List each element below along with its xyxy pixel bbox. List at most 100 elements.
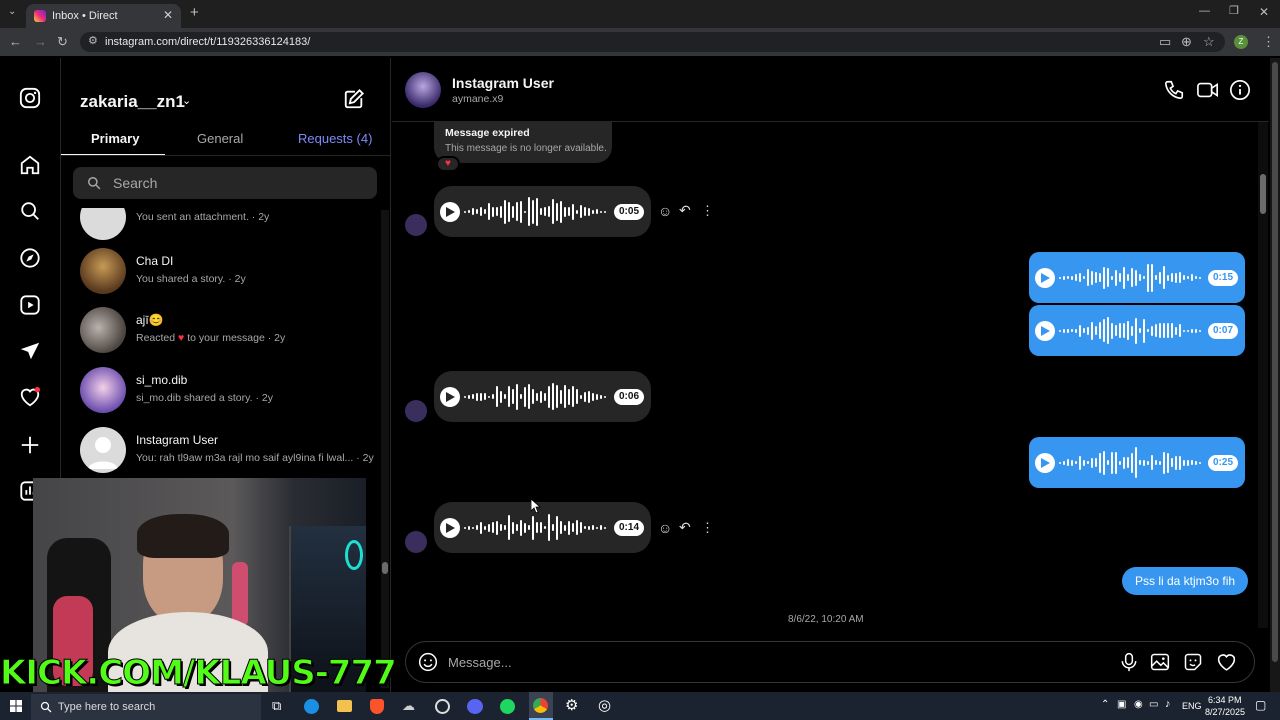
messages-icon[interactable] [19, 340, 41, 362]
taskbar-search-input[interactable]: Type here to search [31, 694, 261, 720]
scrollbar-thumb[interactable] [1260, 174, 1266, 214]
explore-icon[interactable] [19, 247, 41, 269]
waveform-bar [604, 210, 606, 213]
voice-message[interactable]: 0:07 [1029, 305, 1245, 356]
chat-title[interactable]: Instagram User [452, 75, 554, 91]
tab-primary[interactable]: Primary [91, 131, 139, 146]
profile-avatar[interactable]: Z [1234, 35, 1248, 49]
settings-gear-icon[interactable]: ⚙ [565, 698, 578, 713]
inbox-scrollbar[interactable] [381, 210, 389, 688]
play-icon[interactable] [440, 386, 460, 407]
reply-icon[interactable]: ↶ [679, 203, 691, 217]
home-icon[interactable] [19, 154, 41, 176]
tab-general[interactable]: General [197, 131, 243, 146]
like-heart-icon[interactable] [1216, 652, 1237, 672]
new-message-icon[interactable] [343, 88, 365, 110]
notification-center-icon[interactable]: ▢ [1255, 699, 1266, 711]
tray-mic-icon[interactable]: ◉ [1134, 700, 1143, 710]
page-scrollbar-thumb[interactable] [1272, 62, 1278, 662]
close-tab-icon[interactable]: ✕ [163, 8, 173, 22]
reload-icon[interactable]: ↻ [57, 35, 68, 48]
sender-avatar[interactable] [405, 531, 427, 553]
create-plus-icon[interactable] [19, 434, 41, 456]
restore-icon[interactable]: ❐ [1229, 6, 1239, 17]
site-info-icon[interactable]: ⚙ [88, 36, 98, 47]
conversation-info-icon[interactable] [1229, 79, 1251, 101]
sender-avatar[interactable] [405, 214, 427, 236]
zoom-icon[interactable]: ⊕ [1181, 35, 1192, 48]
steam-icon[interactable]: ◎ [598, 698, 611, 713]
chat-scrollbar[interactable] [1258, 122, 1268, 628]
search-icon[interactable] [19, 200, 41, 222]
react-emoji-icon[interactable]: ☺ [658, 521, 672, 535]
bookmark-star-icon[interactable]: ☆ [1203, 35, 1215, 48]
voice-message[interactable]: 0:05 [434, 186, 651, 237]
sender-avatar[interactable] [405, 400, 427, 422]
play-icon[interactable] [440, 201, 460, 222]
more-options-icon[interactable]: ⋮ [701, 204, 714, 217]
cast-icon[interactable]: ▭ [1159, 35, 1171, 48]
discord-icon[interactable] [467, 699, 483, 714]
edge-icon[interactable] [304, 699, 319, 714]
back-icon[interactable]: ← [9, 35, 22, 48]
photo-gallery-icon[interactable] [1150, 652, 1170, 672]
more-options-icon[interactable]: ⋮ [701, 521, 714, 534]
avatar[interactable] [405, 72, 441, 108]
emoji-picker-icon[interactable] [418, 652, 438, 672]
tab-requests[interactable]: Requests (4) [298, 131, 372, 146]
microphone-icon[interactable] [1120, 652, 1138, 672]
list-item[interactable]: You sent an attachment. · 2y [80, 208, 378, 244]
notifications-heart-icon[interactable] [19, 386, 41, 408]
language-indicator[interactable]: ENG [1182, 701, 1202, 711]
voice-message[interactable]: 0:25 [1029, 437, 1245, 488]
list-item[interactable]: Cha DI You shared a story. · 2y [80, 248, 378, 298]
list-item[interactable]: Instagram User You: rah tl9aw m3a rajl m… [80, 427, 378, 477]
address-bar[interactable]: ⚙ instagram.com/direct/t/119326336124183… [80, 32, 1225, 52]
play-icon[interactable] [1035, 320, 1055, 341]
page-scrollbar[interactable] [1270, 58, 1280, 692]
reply-icon[interactable]: ↶ [679, 520, 691, 534]
reaction-heart-icon[interactable]: ♥ [436, 156, 460, 172]
chevron-down-icon[interactable]: ⌄ [182, 94, 191, 107]
tab-search-chevron-icon[interactable]: ⌄ [8, 7, 16, 17]
close-window-icon[interactable]: ✕ [1259, 6, 1269, 18]
tray-expand-icon[interactable]: ⌃ [1101, 700, 1109, 710]
react-emoji-icon[interactable]: ☺ [658, 204, 672, 218]
forward-icon[interactable]: → [34, 35, 47, 48]
search-input[interactable]: Search [73, 167, 377, 199]
task-view-icon[interactable]: ⧉ [272, 699, 281, 712]
list-item[interactable]: ajī😊 Reacted ♥ to your message · 2y [80, 307, 378, 357]
account-username[interactable]: zakaria__zn1 [80, 92, 185, 112]
play-icon[interactable] [1035, 267, 1055, 288]
obs-icon[interactable] [435, 699, 450, 714]
message-input[interactable]: Message... [405, 641, 1255, 683]
sticker-icon[interactable] [1183, 652, 1203, 672]
list-item[interactable]: si_mo.dib si_mo.dib shared a story. · 2y [80, 367, 378, 417]
browser-tab[interactable]: Inbox • Direct ✕ [26, 4, 181, 28]
clock-time[interactable]: 6:34 PM [1208, 695, 1242, 705]
app-icon[interactable]: ☁ [402, 699, 415, 712]
tray-app-icon[interactable]: ▣ [1117, 700, 1126, 710]
network-icon[interactable]: ▭ [1149, 700, 1158, 710]
text-message[interactable]: Pss li da ktjm3o fih [1122, 567, 1249, 595]
clock-date[interactable]: 8/27/2025 [1205, 707, 1245, 717]
volume-icon[interactable]: ♪ [1165, 699, 1171, 710]
video-call-icon[interactable] [1196, 79, 1220, 101]
file-explorer-icon[interactable] [337, 700, 352, 712]
voice-message[interactable]: 0:15 [1029, 252, 1245, 303]
spotify-icon[interactable] [500, 699, 515, 714]
voice-message[interactable]: 0:14 [434, 502, 651, 553]
minimize-icon[interactable]: — [1199, 6, 1210, 17]
play-icon[interactable] [440, 517, 460, 538]
windows-start-icon[interactable] [10, 700, 22, 712]
play-icon[interactable] [1035, 452, 1055, 473]
scrollbar-thumb[interactable] [382, 562, 388, 574]
chrome-taskbar-active[interactable] [529, 692, 553, 720]
voice-message[interactable]: 0:06 [434, 371, 651, 422]
browser-menu-icon[interactable]: ⋮ [1262, 35, 1275, 48]
brave-browser-icon[interactable] [370, 699, 384, 714]
instagram-logo-icon[interactable] [19, 87, 41, 109]
reels-icon[interactable] [19, 294, 41, 316]
phone-call-icon[interactable] [1163, 79, 1185, 101]
new-tab-icon[interactable]: + [190, 5, 199, 20]
